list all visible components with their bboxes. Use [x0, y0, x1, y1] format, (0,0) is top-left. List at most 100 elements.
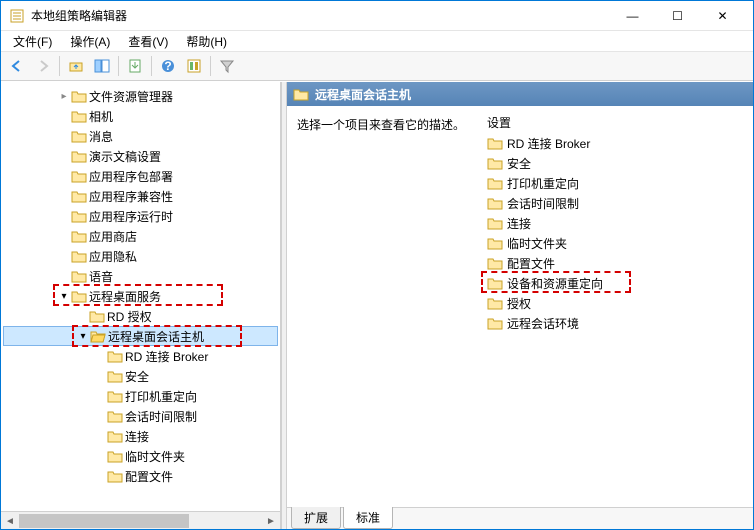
tree-item[interactable]: 应用商店 — [3, 226, 278, 246]
no-toggle — [57, 149, 71, 163]
list-item[interactable]: RD 连接 Broker — [483, 133, 747, 153]
tree-item[interactable]: 应用程序包部署 — [3, 166, 278, 186]
filter-icon — [219, 58, 235, 74]
menu-help[interactable]: 帮助(H) — [178, 31, 235, 52]
tree-item[interactable]: 应用隐私 — [3, 246, 278, 266]
separator — [151, 56, 152, 76]
no-toggle — [93, 409, 107, 423]
tree-item[interactable]: 相机 — [3, 106, 278, 126]
tree-item[interactable]: RD 连接 Broker — [3, 346, 278, 366]
tree-item[interactable]: ▾远程桌面会话主机 — [3, 326, 278, 346]
folder-icon — [71, 88, 87, 104]
export-button[interactable] — [123, 54, 147, 78]
no-toggle — [75, 309, 89, 323]
toolbar: ? — [1, 51, 753, 81]
folder-icon — [71, 128, 87, 144]
close-button[interactable]: ✕ — [700, 1, 745, 31]
titlebar: 本地组策略编辑器 — ☐ ✕ — [1, 1, 753, 31]
forward-button[interactable] — [31, 54, 55, 78]
tree-item-label: 打印机重定向 — [125, 388, 197, 405]
detail-tabs: 扩展 标准 — [287, 507, 753, 529]
list-item[interactable]: 安全 — [483, 153, 747, 173]
tree-item-label: 消息 — [89, 128, 113, 145]
show-hide-tree-button[interactable] — [90, 54, 114, 78]
list-item[interactable]: 设备和资源重定向 — [483, 273, 747, 293]
list-item[interactable]: 连接 — [483, 213, 747, 233]
menu-file[interactable]: 文件(F) — [5, 31, 60, 52]
tree-item[interactable]: RD 授权 — [3, 306, 278, 326]
tree-item[interactable]: 演示文稿设置 — [3, 146, 278, 166]
folder-icon — [487, 195, 503, 211]
tree-item[interactable]: 安全 — [3, 366, 278, 386]
tree-item-label: RD 连接 Broker — [125, 348, 208, 365]
list-item[interactable]: 打印机重定向 — [483, 173, 747, 193]
tree-item[interactable]: 临时文件夹 — [3, 446, 278, 466]
scroll-right-arrow[interactable]: ► — [262, 512, 280, 529]
list-item-label: 临时文件夹 — [507, 235, 567, 252]
filter-button[interactable] — [215, 54, 239, 78]
folder-icon — [487, 215, 503, 231]
folder-icon — [487, 275, 503, 291]
folder-icon — [487, 135, 503, 151]
policy-button[interactable] — [182, 54, 206, 78]
back-button[interactable] — [5, 54, 29, 78]
tree-item[interactable]: 应用程序运行时 — [3, 206, 278, 226]
detail-header: 远程桌面会话主机 — [287, 82, 753, 106]
scroll-thumb[interactable] — [19, 514, 189, 528]
tree-item[interactable]: 会话时间限制 — [3, 406, 278, 426]
tree-item[interactable]: ▾远程桌面服务 — [3, 286, 278, 306]
maximize-icon: ☐ — [672, 9, 683, 23]
no-toggle — [93, 349, 107, 363]
tree-view[interactable]: ▸文件资源管理器相机消息演示文稿设置应用程序包部署应用程序兼容性应用程序运行时应… — [1, 82, 280, 511]
horizontal-scrollbar[interactable]: ◄ ► — [1, 511, 280, 529]
separator — [118, 56, 119, 76]
tree-item-label: 应用程序运行时 — [89, 208, 173, 225]
folder-icon — [107, 348, 123, 364]
collapse-icon[interactable]: ▾ — [76, 329, 90, 343]
tree-item-label: 应用商店 — [89, 228, 137, 245]
folder-icon — [71, 268, 87, 284]
tree-item[interactable]: 消息 — [3, 126, 278, 146]
maximize-button[interactable]: ☐ — [655, 1, 700, 31]
forward-arrow-icon — [35, 58, 51, 74]
tree-item[interactable]: 配置文件 — [3, 466, 278, 486]
list-item[interactable]: 临时文件夹 — [483, 233, 747, 253]
tree-item[interactable]: 打印机重定向 — [3, 386, 278, 406]
expand-icon[interactable]: ▸ — [57, 89, 71, 103]
list-item-label: 配置文件 — [507, 255, 555, 272]
list-item[interactable]: 远程会话环境 — [483, 313, 747, 333]
list-item[interactable]: 授权 — [483, 293, 747, 313]
tree-item[interactable]: 语音 — [3, 266, 278, 286]
minimize-button[interactable]: — — [610, 1, 655, 31]
tree-item[interactable]: 连接 — [3, 426, 278, 446]
tree-item[interactable]: 应用程序兼容性 — [3, 186, 278, 206]
tab-extended[interactable]: 扩展 — [291, 507, 341, 529]
app-icon — [9, 8, 25, 24]
close-icon: ✕ — [717, 9, 727, 23]
help-button[interactable]: ? — [156, 54, 180, 78]
tree-item-label: RD 授权 — [107, 308, 152, 325]
folder-icon — [107, 468, 123, 484]
list-item[interactable]: 配置文件 — [483, 253, 747, 273]
up-button[interactable] — [64, 54, 88, 78]
folder-icon — [487, 235, 503, 251]
list-item-label: 授权 — [507, 295, 531, 312]
tree-item[interactable]: ▸ 文件资源管理器 — [3, 86, 278, 106]
scroll-left-arrow[interactable]: ◄ — [1, 512, 19, 529]
settings-list[interactable]: 设置 RD 连接 Broker安全打印机重定向会话时间限制连接临时文件夹配置文件… — [483, 112, 747, 501]
list-item[interactable]: 会话时间限制 — [483, 193, 747, 213]
collapse-icon[interactable]: ▾ — [57, 289, 71, 303]
list-item-label: 打印机重定向 — [507, 175, 579, 192]
list-header-settings[interactable]: 设置 — [483, 112, 747, 133]
menu-action[interactable]: 操作(A) — [62, 31, 118, 52]
list-item-label: 会话时间限制 — [507, 195, 579, 212]
tab-standard[interactable]: 标准 — [343, 507, 393, 529]
policy-icon — [186, 58, 202, 74]
menu-view[interactable]: 查看(V) — [120, 31, 176, 52]
folder-icon — [487, 315, 503, 331]
folder-icon — [293, 86, 309, 102]
tree-item-label: 配置文件 — [125, 468, 173, 485]
folder-open-icon — [90, 328, 106, 344]
export-icon — [127, 58, 143, 74]
tree-item-label: 文件资源管理器 — [89, 88, 173, 105]
